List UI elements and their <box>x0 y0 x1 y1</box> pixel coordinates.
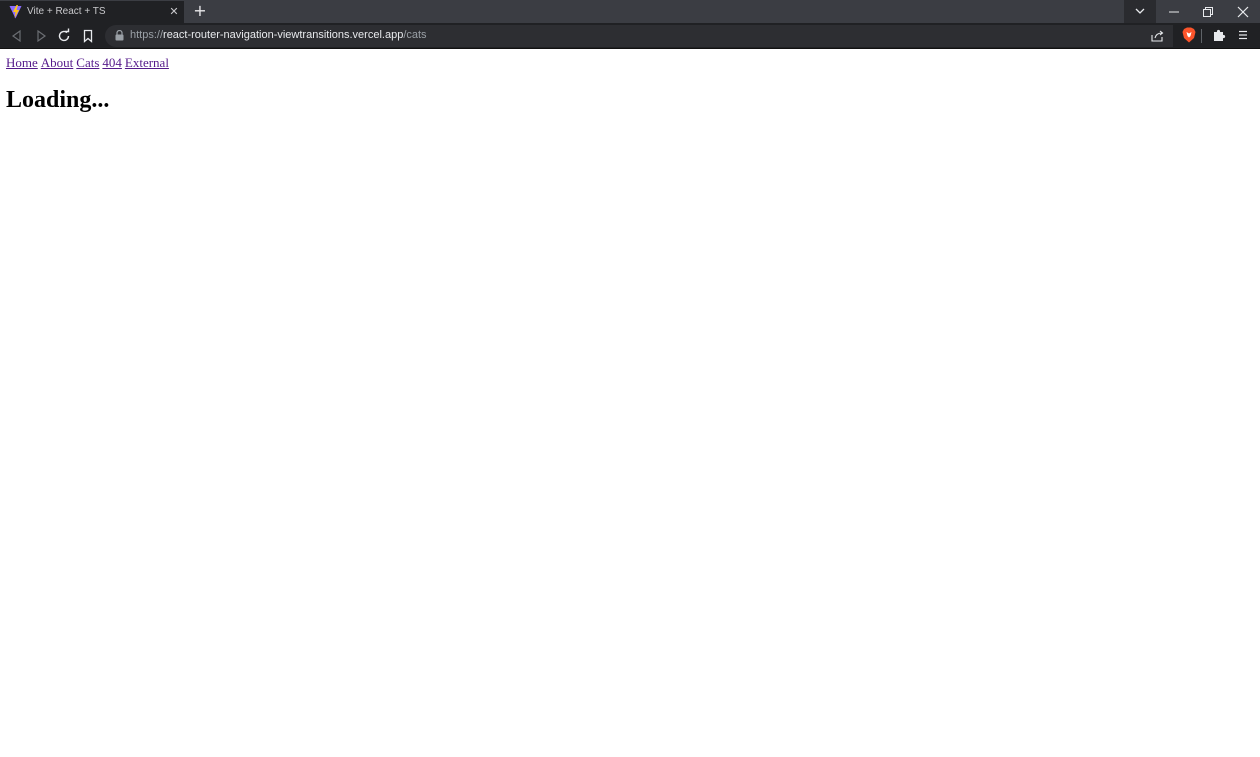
restore-icon <box>1203 7 1213 17</box>
loading-heading: Loading... <box>6 87 110 113</box>
brave-shield-icon[interactable] <box>1182 27 1196 43</box>
vite-logo-icon <box>9 5 22 19</box>
nav-link-about[interactable]: About <box>41 55 74 70</box>
close-icon <box>1237 6 1249 18</box>
forward-arrow-icon <box>37 29 47 43</box>
nav-link-home[interactable]: Home <box>6 55 38 70</box>
tab-title: Vite + React + TS <box>27 6 106 17</box>
restore-button[interactable] <box>1191 0 1225 23</box>
browser-toolbar: https://react-router-navigation-viewtran… <box>0 23 1260 49</box>
page-content: Home About Cats 404 External Loading... <box>0 50 1260 757</box>
nav-link-404[interactable]: 404 <box>102 55 122 70</box>
new-tab-button[interactable]: + <box>192 3 208 19</box>
url-text: https://react-router-navigation-viewtran… <box>130 29 427 41</box>
reload-button[interactable] <box>56 28 72 44</box>
minimize-icon <box>1169 11 1179 13</box>
lock-icon <box>115 30 124 41</box>
toolbar-divider <box>1201 29 1202 43</box>
tab-strip: Vite + React + TS ✕ + <box>0 0 1260 23</box>
bookmark-icon <box>83 29 93 43</box>
site-nav: Home About Cats 404 External <box>6 55 172 70</box>
nav-link-cats[interactable]: Cats <box>76 55 99 70</box>
puzzle-icon[interactable] <box>1212 28 1226 42</box>
url-path: /cats <box>403 29 427 41</box>
url-host: react-router-navigation-viewtransitions.… <box>163 29 404 41</box>
hamburger-menu-icon[interactable] <box>1236 28 1250 42</box>
tab-close-icon[interactable]: ✕ <box>168 5 180 19</box>
address-bar[interactable]: https://react-router-navigation-viewtran… <box>105 25 1173 47</box>
bookmark-button[interactable] <box>80 28 96 44</box>
url-scheme: https:// <box>130 29 164 41</box>
close-window-button[interactable] <box>1226 0 1260 23</box>
tab-search-button[interactable] <box>1124 0 1156 23</box>
nav-link-external[interactable]: External <box>125 55 169 70</box>
share-icon[interactable] <box>1151 30 1164 42</box>
browser-tab[interactable]: Vite + React + TS ✕ <box>0 0 184 23</box>
forward-button[interactable] <box>33 28 49 44</box>
minimize-button[interactable] <box>1157 0 1191 23</box>
reload-icon <box>58 28 70 42</box>
back-arrow-icon <box>11 29 21 43</box>
chevron-down-icon <box>1135 8 1145 14</box>
back-button[interactable] <box>9 28 25 44</box>
